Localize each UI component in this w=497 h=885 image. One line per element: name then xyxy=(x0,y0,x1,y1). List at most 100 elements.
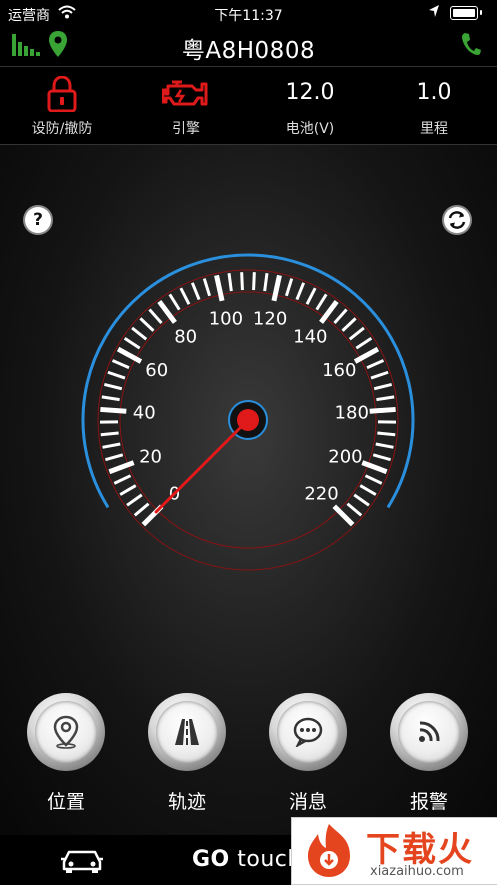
engine-icon xyxy=(124,76,248,110)
gauge-tick-label: 120 xyxy=(253,308,287,329)
road-icon xyxy=(172,717,202,747)
stat-label: 设防/撤防 xyxy=(0,118,124,138)
status-stats: 设防/撤防 引擎 12.0 电池(V) 1.0 里程 xyxy=(0,68,497,144)
gauge-minor-tick xyxy=(350,328,364,339)
gauge-minor-tick xyxy=(365,476,381,484)
gauge-tick-label: 100 xyxy=(209,308,243,329)
gauge-tick-label: 20 xyxy=(139,446,162,467)
gauge-minor-tick xyxy=(374,384,391,388)
alarm-button[interactable]: 报警 xyxy=(389,693,469,814)
help-button[interactable]: ? xyxy=(25,207,51,233)
gauge-minor-tick xyxy=(354,495,369,505)
gauge-minor-tick xyxy=(114,476,130,484)
stat-battery: 12.0 电池(V) xyxy=(248,68,372,144)
car-icon[interactable] xyxy=(60,847,104,877)
gauge-minor-tick xyxy=(242,272,243,290)
gauge-minor-tick xyxy=(204,279,209,296)
gauge-minor-tick xyxy=(103,444,121,447)
gauge-minor-tick xyxy=(105,455,122,460)
message-bubble-icon xyxy=(292,717,324,747)
gauge-tick-label: 160 xyxy=(322,360,356,381)
gauge-major-tick xyxy=(321,302,337,323)
status-bar: 运营商 下午11:37 xyxy=(0,0,497,26)
gauge-needle xyxy=(156,420,248,512)
gauge-minor-tick xyxy=(360,486,376,495)
gauge-major-tick xyxy=(100,409,126,411)
gauge-minor-tick xyxy=(132,328,146,339)
gauge-major-tick xyxy=(274,275,280,300)
gauge-minor-tick xyxy=(317,294,327,309)
action-label: 消息 xyxy=(268,787,348,814)
gauge-major-tick xyxy=(370,409,396,411)
help-icon: ? xyxy=(33,210,43,230)
gauge-tick-label: 60 xyxy=(145,360,168,381)
action-label: 位置 xyxy=(26,787,106,814)
location-button[interactable]: 位置 xyxy=(26,693,106,814)
gauge-major-tick xyxy=(159,302,175,323)
gauge-minor-tick xyxy=(140,318,153,330)
gauge-minor-tick xyxy=(286,279,291,296)
stat-label: 引擎 xyxy=(124,118,248,138)
location-pin-icon xyxy=(51,715,81,749)
brand-logo: GO touch xyxy=(192,847,302,872)
gauge-minor-tick xyxy=(135,504,149,516)
gauge-tick-label: 220 xyxy=(304,484,338,505)
gauge-needle-hub xyxy=(237,409,259,431)
stat-label: 电池(V) xyxy=(248,118,372,138)
gauge-minor-tick xyxy=(120,486,136,495)
gauge-minor-tick xyxy=(102,397,120,400)
gauge-minor-tick xyxy=(373,455,390,460)
watermark-url: xiazaihuo.com xyxy=(370,864,464,879)
watermark-logo: 下载火 xiazaihuo.com xyxy=(291,817,497,885)
nav-bar: 粤A8H0808 xyxy=(0,26,497,66)
gauge-tick-label: 80 xyxy=(174,327,197,348)
battery-icon xyxy=(450,6,478,20)
brand-bold: GO xyxy=(192,847,230,872)
stat-engine[interactable]: 引擎 xyxy=(124,68,248,144)
gauge-minor-tick xyxy=(181,288,189,304)
action-label: 轨迹 xyxy=(147,787,227,814)
gauge-minor-tick xyxy=(371,372,388,378)
alarm-signal-icon xyxy=(414,717,444,747)
gauge-minor-tick xyxy=(108,372,125,378)
gauge-minor-tick xyxy=(297,283,304,300)
divider xyxy=(0,66,497,67)
stat-label: 里程 xyxy=(372,118,496,138)
gauge-major-tick xyxy=(334,506,352,524)
stat-mileage: 1.0 里程 xyxy=(372,68,496,144)
gauge-minor-tick xyxy=(229,273,231,291)
gauge-minor-tick xyxy=(149,310,161,323)
gauge-minor-tick xyxy=(376,444,394,447)
gauge-outer-arc xyxy=(83,255,413,507)
gauge-minor-tick xyxy=(101,433,119,435)
gauge-tick-label: 40 xyxy=(133,403,156,424)
gauge-minor-tick xyxy=(113,360,129,367)
refresh-button[interactable] xyxy=(444,207,470,233)
gauge-minor-tick xyxy=(343,318,356,330)
gauge-minor-tick xyxy=(335,310,347,323)
lock-icon xyxy=(0,76,124,110)
gauge-tick-label: 200 xyxy=(328,446,362,467)
gauge-minor-tick xyxy=(104,384,121,388)
location-arrow-icon xyxy=(428,4,440,22)
gauge-minor-tick xyxy=(347,504,361,516)
gauge-minor-tick xyxy=(254,272,255,290)
messages-button[interactable]: 消息 xyxy=(268,693,348,814)
battery-voltage-value: 12.0 xyxy=(248,80,372,105)
gauge-minor-tick xyxy=(265,273,267,291)
stat-arm-disarm[interactable]: 设防/撤防 xyxy=(0,68,124,144)
speedometer-gauge: 020406080100120140160180200220 xyxy=(58,250,438,630)
mileage-value: 1.0 xyxy=(372,80,496,105)
gauge-minor-tick xyxy=(356,338,371,348)
track-button[interactable]: 轨迹 xyxy=(147,693,227,814)
gauge-minor-tick xyxy=(125,338,140,348)
refresh-icon xyxy=(444,207,470,233)
gauge-minor-tick xyxy=(170,294,180,309)
phone-icon[interactable] xyxy=(460,32,482,60)
dashboard-panel: ? 020406080100120140160180200220 位置 xyxy=(0,145,497,835)
gauge-minor-tick xyxy=(127,495,142,505)
gauge-tick-label: 180 xyxy=(335,403,369,424)
gauge-major-tick xyxy=(217,275,223,300)
gauge-tick-label: 140 xyxy=(293,327,327,348)
gauge-minor-tick xyxy=(376,397,394,400)
